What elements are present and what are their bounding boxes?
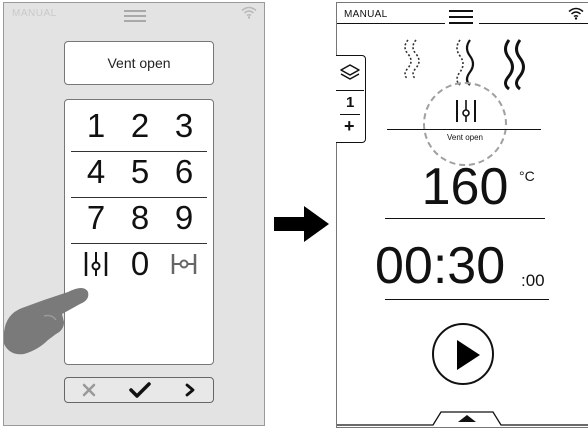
- program-tab[interactable]: 1 +: [336, 55, 366, 143]
- layers-icon: [340, 64, 360, 80]
- timer-seconds: :00: [521, 271, 545, 290]
- mode-label: MANUAL: [344, 9, 388, 20]
- play-icon: [457, 340, 480, 370]
- checkmark-icon[interactable]: [129, 382, 151, 398]
- divider: [337, 23, 445, 24]
- divider: [340, 114, 360, 115]
- menu-icon[interactable]: [449, 10, 473, 26]
- hand-pointer-icon: [4, 288, 89, 355]
- temperature-unit: °C: [519, 168, 535, 184]
- vent-display: Vent open: [64, 41, 214, 85]
- arrow-right-icon: [274, 206, 329, 242]
- key-9[interactable]: 9: [167, 196, 201, 240]
- key-6[interactable]: 6: [167, 150, 201, 194]
- divider: [336, 90, 364, 91]
- key-2[interactable]: 2: [123, 104, 157, 148]
- key-1[interactable]: 1: [79, 104, 113, 148]
- divider: [479, 23, 588, 24]
- menu-icon[interactable]: [120, 7, 150, 24]
- key-8[interactable]: 8: [123, 196, 157, 240]
- vent-closed-icon: [171, 254, 197, 274]
- wifi-icon: [568, 7, 584, 20]
- chevron-right-icon[interactable]: [184, 383, 196, 397]
- divider: [385, 299, 549, 300]
- steam-icon[interactable]: [452, 37, 478, 87]
- vent-label: Vent open: [446, 133, 484, 142]
- start-button[interactable]: [432, 323, 494, 385]
- mode-label: MANUAL: [12, 8, 57, 19]
- divider: [387, 129, 541, 130]
- temperature-value[interactable]: 160: [405, 156, 525, 218]
- action-bar: [64, 377, 214, 403]
- steam-icon[interactable]: [500, 37, 528, 91]
- key-7[interactable]: 7: [79, 196, 113, 240]
- vent-open-icon[interactable]: [455, 98, 477, 124]
- key-4[interactable]: 4: [79, 150, 113, 194]
- add-step-button[interactable]: +: [344, 116, 355, 137]
- key-3[interactable]: 3: [167, 104, 201, 148]
- step-number[interactable]: 1: [346, 94, 354, 111]
- keypad-screen: MANUAL Vent open 1 2 3 4 5 6 7 8 9 0: [3, 2, 265, 426]
- vent-closed-key[interactable]: [167, 249, 201, 279]
- timer-value[interactable]: 00:30: [375, 235, 505, 297]
- divider: [385, 218, 545, 219]
- cancel-icon[interactable]: [82, 383, 96, 397]
- vent-highlight: [423, 82, 507, 166]
- key-5[interactable]: 5: [123, 150, 157, 194]
- steam-icon[interactable]: [400, 37, 424, 81]
- key-0[interactable]: 0: [123, 242, 157, 286]
- drawer-handle[interactable]: [337, 403, 588, 429]
- oven-main-screen: MANUAL 1 + Vent open 160 °C 00:30:00: [336, 2, 588, 428]
- chevron-up-icon: [458, 415, 476, 422]
- wifi-icon: [241, 6, 257, 19]
- top-bar: MANUAL: [4, 3, 264, 27]
